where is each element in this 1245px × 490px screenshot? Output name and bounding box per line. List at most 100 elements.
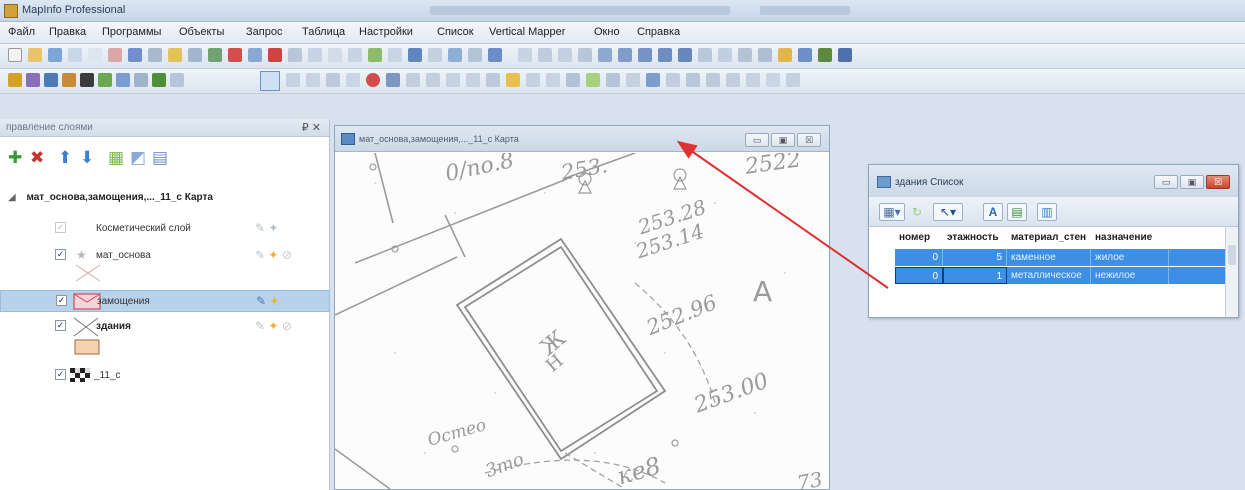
- layer-properties-icon[interactable]: ▦: [108, 149, 124, 166]
- tool-t-icon[interactable]: [170, 73, 184, 87]
- layer-row-paving[interactable]: ✓ замощения ✎ ✦: [0, 290, 330, 312]
- cut-icon[interactable]: [148, 48, 162, 62]
- layer-control-icon[interactable]: [586, 73, 600, 87]
- collapse-chevron-icon[interactable]: ◢: [8, 192, 16, 203]
- menu-help[interactable]: Справка: [637, 26, 680, 38]
- rounded-rect-tool-icon[interactable]: [678, 48, 692, 62]
- new-browser-icon[interactable]: [208, 48, 222, 62]
- menu-file[interactable]: Файл: [8, 26, 35, 38]
- cell-number[interactable]: 0: [895, 249, 943, 266]
- tool-m-icon[interactable]: [44, 73, 58, 87]
- minimize-button[interactable]: ▭: [745, 133, 769, 147]
- menu-query[interactable]: Запрос: [246, 26, 282, 38]
- menu-table[interactable]: Таблица: [302, 26, 345, 38]
- text-style-icon[interactable]: [838, 48, 852, 62]
- move-layer-down-icon[interactable]: ⬇: [80, 149, 94, 166]
- polygon-select-icon[interactable]: [326, 73, 340, 87]
- unselect-all-icon[interactable]: [366, 73, 380, 87]
- browser-add-column-icon[interactable]: ▤: [1007, 203, 1027, 221]
- remove-layer-icon[interactable]: ✖: [30, 149, 44, 166]
- map-tree-root[interactable]: ◢ мат_основа,замощения,..._11_с Карта: [8, 192, 213, 203]
- paste-icon[interactable]: [188, 48, 202, 62]
- menu-browse[interactable]: Список: [437, 26, 474, 38]
- grabber-icon[interactable]: [466, 73, 480, 87]
- tool-p-icon[interactable]: [98, 73, 112, 87]
- layer-visibility-checkbox[interactable]: ✓: [55, 320, 66, 331]
- new-map-icon[interactable]: [228, 48, 242, 62]
- tool-icon-d[interactable]: [368, 48, 382, 62]
- radius-select-icon[interactable]: [306, 73, 320, 87]
- polygon-tool-icon[interactable]: [618, 48, 632, 62]
- browser-vertical-scrollbar[interactable]: [1225, 227, 1238, 317]
- minimize-button[interactable]: ▭: [1154, 175, 1178, 189]
- region-style-icon[interactable]: [818, 48, 832, 62]
- layer-editable-icon[interactable]: ✎ ✦: [255, 221, 278, 235]
- polyline-tool-icon[interactable]: [578, 48, 592, 62]
- change-view-icon[interactable]: [446, 73, 460, 87]
- layer-display-icon[interactable]: ◩: [130, 149, 146, 166]
- tool-r-icon[interactable]: [134, 73, 148, 87]
- frame-tool-icon[interactable]: [718, 48, 732, 62]
- layer-visibility-checkbox[interactable]: ✓: [55, 249, 66, 260]
- cell-purpose[interactable]: жилое: [1091, 249, 1169, 266]
- save-window-icon[interactable]: [128, 48, 142, 62]
- scrollbar-thumb[interactable]: [1228, 245, 1236, 265]
- layer-edit-select-icons[interactable]: ✎ ✦ ⊘: [255, 319, 292, 333]
- cell-wall-material[interactable]: металлическое: [1007, 267, 1091, 284]
- redistrict-icon[interactable]: [288, 48, 302, 62]
- table-row[interactable]: 0 5 каменное жилое: [895, 249, 1225, 266]
- column-header-purpose[interactable]: назначение: [1091, 229, 1169, 246]
- add-node-icon[interactable]: [758, 48, 772, 62]
- layer-row-buildings[interactable]: ✓ здания ✎ ✦ ⊘: [0, 316, 330, 338]
- tool-u-icon[interactable]: [686, 73, 700, 87]
- menu-window[interactable]: Окно: [594, 26, 620, 38]
- column-header-floors[interactable]: этажность: [943, 229, 1007, 246]
- add-layer-icon[interactable]: ✚: [8, 149, 22, 166]
- graph-select-icon[interactable]: [386, 73, 400, 87]
- tool-icon-f[interactable]: [408, 48, 422, 62]
- tool-x-icon[interactable]: [746, 73, 760, 87]
- layer-visibility-checkbox[interactable]: ✓: [56, 295, 67, 306]
- menu-vertical-mapper[interactable]: Vertical Mapper: [489, 26, 565, 38]
- line-tool-icon[interactable]: [558, 48, 572, 62]
- rectangle-tool-icon[interactable]: [658, 48, 672, 62]
- reshape-icon[interactable]: [738, 48, 752, 62]
- marquee-select-icon[interactable]: [286, 73, 300, 87]
- print-icon[interactable]: [108, 48, 122, 62]
- statistics-icon[interactable]: [626, 73, 640, 87]
- open-workspace-icon[interactable]: [48, 48, 62, 62]
- tool-w-icon[interactable]: [726, 73, 740, 87]
- ellipse-tool-icon[interactable]: [638, 48, 652, 62]
- set-target-icon[interactable]: [646, 73, 660, 87]
- ruler-icon[interactable]: [566, 73, 580, 87]
- browser-window-title-bar[interactable]: здания Список ▭ ▣ ☒: [869, 165, 1238, 197]
- layer-row-cosmetic[interactable]: ✓ Косметический слой ✎ ✦: [0, 218, 330, 240]
- close-table-icon[interactable]: [68, 48, 82, 62]
- tool-s-icon[interactable]: [152, 73, 166, 87]
- tool-z-icon[interactable]: [786, 73, 800, 87]
- menu-objects[interactable]: Объекты: [179, 26, 224, 38]
- tool-v-icon[interactable]: [706, 73, 720, 87]
- new-layout-icon[interactable]: [268, 48, 282, 62]
- maximize-button[interactable]: ▣: [1180, 175, 1204, 189]
- layer-edit-select-icons[interactable]: ✎ ✦ ⊘: [255, 248, 292, 262]
- browser-select-tool-icon[interactable]: ↖▾: [933, 203, 963, 221]
- open-table-icon[interactable]: [28, 48, 42, 62]
- new-table-icon[interactable]: [8, 48, 22, 62]
- cell-floors[interactable]: 5: [943, 249, 1007, 266]
- layer-row-base[interactable]: ✓ ★ мат_основа ✎ ✦ ⊘: [0, 245, 330, 267]
- drawing-tool-a-icon[interactable]: [518, 48, 532, 62]
- menu-programs[interactable]: Программы: [102, 26, 161, 38]
- maximize-button[interactable]: ▣: [771, 133, 795, 147]
- tool-y-icon[interactable]: [766, 73, 780, 87]
- layer-labels-icon[interactable]: ▤: [152, 149, 168, 166]
- menu-edit[interactable]: Правка: [49, 26, 86, 38]
- layer-visibility-checkbox[interactable]: ✓: [55, 222, 66, 233]
- clear-target-icon[interactable]: [666, 73, 680, 87]
- browser-grid-icon[interactable]: ▥: [1037, 203, 1057, 221]
- zoom-out-icon[interactable]: [426, 73, 440, 87]
- map-window[interactable]: мат_основа,замощения,..._11_с Карта ▭ ▣ ☒: [334, 125, 830, 490]
- new-graph-icon[interactable]: [248, 48, 262, 62]
- table-row[interactable]: 0 1 металлическое нежилое: [895, 267, 1225, 284]
- layer-visibility-checkbox[interactable]: ✓: [55, 369, 66, 380]
